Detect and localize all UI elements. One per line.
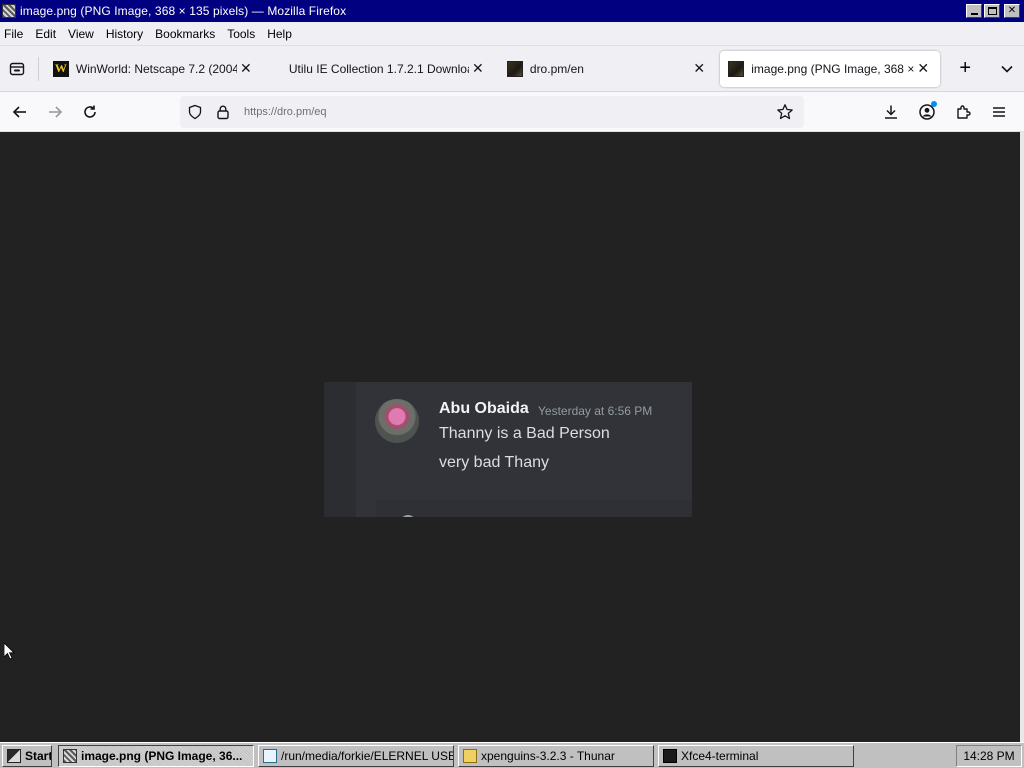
menu-view[interactable]: View bbox=[64, 27, 98, 41]
terminal-icon bbox=[663, 749, 677, 763]
menu-tools[interactable]: Tools bbox=[223, 27, 259, 41]
tab-strip: W WinWorld: Netscape 7.2 (2004) (ISO ✕ U… bbox=[0, 46, 1024, 92]
app-menu-button[interactable] bbox=[984, 97, 1014, 127]
close-icon: ✕ bbox=[1007, 5, 1017, 16]
firefox-app-icon[interactable] bbox=[2, 4, 16, 18]
menu-file[interactable]: File bbox=[0, 27, 27, 41]
plus-icon: + bbox=[959, 57, 972, 79]
lock-icon[interactable] bbox=[212, 101, 234, 123]
user-avatar bbox=[375, 399, 419, 443]
firefox-view-button[interactable] bbox=[0, 52, 34, 86]
arrow-left-icon bbox=[12, 105, 26, 118]
tab-close-icon[interactable]: ✕ bbox=[914, 60, 932, 78]
taskbar-item-firefox[interactable]: image.png (PNG Image, 36... bbox=[58, 745, 254, 767]
forward-button[interactable] bbox=[40, 97, 70, 127]
document-edit-icon bbox=[263, 749, 277, 763]
firefox-view-icon bbox=[9, 62, 25, 75]
menu-bar: File Edit View History Bookmarks Tools H… bbox=[0, 22, 1024, 46]
taskbar-item-usb-path[interactable]: /run/media/forkie/ELERNEL USB/... bbox=[258, 745, 454, 767]
dro-favicon bbox=[728, 60, 745, 77]
minimize-icon bbox=[970, 13, 978, 15]
message-author: Abu Obaida bbox=[439, 400, 529, 417]
start-label: Start bbox=[25, 749, 52, 763]
menu-edit[interactable]: Edit bbox=[31, 27, 60, 41]
message-text: Thanny is a Bad Person bbox=[439, 425, 610, 442]
scrollbar[interactable] bbox=[1020, 132, 1024, 742]
menu-help[interactable]: Help bbox=[263, 27, 296, 41]
url-bar[interactable]: https://dro.pm/eq bbox=[180, 96, 804, 128]
tab-label: dro.pm/en bbox=[529, 61, 584, 76]
taskbar-item-label: Xfce4-terminal bbox=[681, 749, 759, 763]
tracking-protection-icon[interactable] bbox=[184, 101, 206, 123]
tab-image-png[interactable]: image.png (PNG Image, 368 × 135 ✕ bbox=[720, 50, 941, 87]
back-button[interactable] bbox=[5, 97, 35, 127]
winworld-favicon: W bbox=[52, 60, 69, 77]
folder-icon bbox=[463, 749, 477, 763]
download-icon bbox=[885, 105, 897, 119]
new-tab-button[interactable]: + bbox=[948, 52, 982, 86]
minimize-button[interactable] bbox=[966, 4, 982, 18]
taskbar-item-label: /run/media/forkie/ELERNEL USB/... bbox=[281, 749, 454, 763]
tab-label: WinWorld: Netscape 7.2 (2004) (ISO bbox=[75, 61, 237, 76]
close-button[interactable]: ✕ bbox=[1004, 4, 1020, 18]
page-content: Abu Obaida Yesterday at 6:56 PM Thanny i… bbox=[0, 132, 1020, 742]
tab-winworld[interactable]: W WinWorld: Netscape 7.2 (2004) (ISO ✕ bbox=[45, 51, 263, 87]
maximize-button[interactable] bbox=[984, 4, 1000, 18]
start-button[interactable]: Start bbox=[2, 745, 52, 767]
dro-favicon bbox=[506, 60, 523, 77]
tab-close-icon[interactable]: ✕ bbox=[237, 60, 255, 78]
navigation-bar: https://dro.pm/eq bbox=[0, 92, 1024, 132]
extensions-button[interactable] bbox=[948, 97, 978, 127]
arrow-right-icon bbox=[49, 105, 63, 118]
start-icon bbox=[7, 749, 21, 763]
reload-icon bbox=[84, 105, 96, 118]
message-timestamp: Yesterday at 6:56 PM bbox=[538, 404, 653, 418]
downloads-button[interactable] bbox=[876, 97, 906, 127]
notification-dot-icon bbox=[931, 101, 937, 107]
puzzle-icon bbox=[957, 105, 971, 119]
tab-separator bbox=[37, 56, 39, 81]
window-controls: ✕ bbox=[966, 4, 1020, 18]
window-title-bar[interactable]: image.png (PNG Image, 368 × 135 pixels) … bbox=[0, 0, 1024, 22]
reload-button[interactable] bbox=[75, 97, 105, 127]
taskbar-item-terminal[interactable]: Xfce4-terminal bbox=[658, 745, 854, 767]
tab-dro-pm[interactable]: dro.pm/en ✕ bbox=[499, 51, 716, 87]
next-message-row bbox=[376, 500, 692, 517]
message-text: very bad Thany bbox=[439, 454, 549, 471]
chat-sidebar-strip bbox=[324, 382, 356, 517]
menu-history[interactable]: History bbox=[102, 27, 147, 41]
window-title: image.png (PNG Image, 368 × 135 pixels) … bbox=[20, 4, 347, 18]
taskbar-clock[interactable]: 14:28 PM bbox=[956, 745, 1022, 767]
toolbar-right bbox=[876, 97, 1014, 127]
tab-close-icon[interactable]: ✕ bbox=[469, 60, 487, 78]
tab-utilu[interactable]: Utilu IE Collection 1.7.2.1 Download ✕ bbox=[267, 51, 495, 87]
firefox-taskbar-icon bbox=[63, 749, 77, 763]
tab-label: image.png (PNG Image, 368 × 135 bbox=[751, 61, 915, 76]
hamburger-menu-icon bbox=[993, 107, 1005, 117]
taskbar-item-label: xpenguins-3.2.3 - Thunar bbox=[481, 749, 615, 763]
taskbar: Start image.png (PNG Image, 36... /run/m… bbox=[0, 742, 1024, 768]
bookmark-star-icon[interactable] bbox=[774, 101, 796, 123]
chat-screenshot-image[interactable]: Abu Obaida Yesterday at 6:56 PM Thanny i… bbox=[324, 382, 692, 517]
taskbar-item-thunar[interactable]: xpenguins-3.2.3 - Thunar bbox=[458, 745, 654, 767]
list-all-tabs-button[interactable] bbox=[990, 52, 1024, 86]
url-text[interactable]: https://dro.pm/eq bbox=[244, 106, 327, 118]
tab-close-icon[interactable]: ✕ bbox=[690, 60, 708, 78]
mouse-cursor-icon bbox=[4, 643, 15, 660]
tab-label: Utilu IE Collection 1.7.2.1 Download bbox=[288, 61, 469, 76]
chevron-down-icon bbox=[1001, 65, 1013, 73]
menu-bookmarks[interactable]: Bookmarks bbox=[151, 27, 219, 41]
maximize-icon bbox=[987, 7, 997, 15]
taskbar-item-label: image.png (PNG Image, 36... bbox=[81, 749, 243, 763]
account-button[interactable] bbox=[912, 97, 942, 127]
